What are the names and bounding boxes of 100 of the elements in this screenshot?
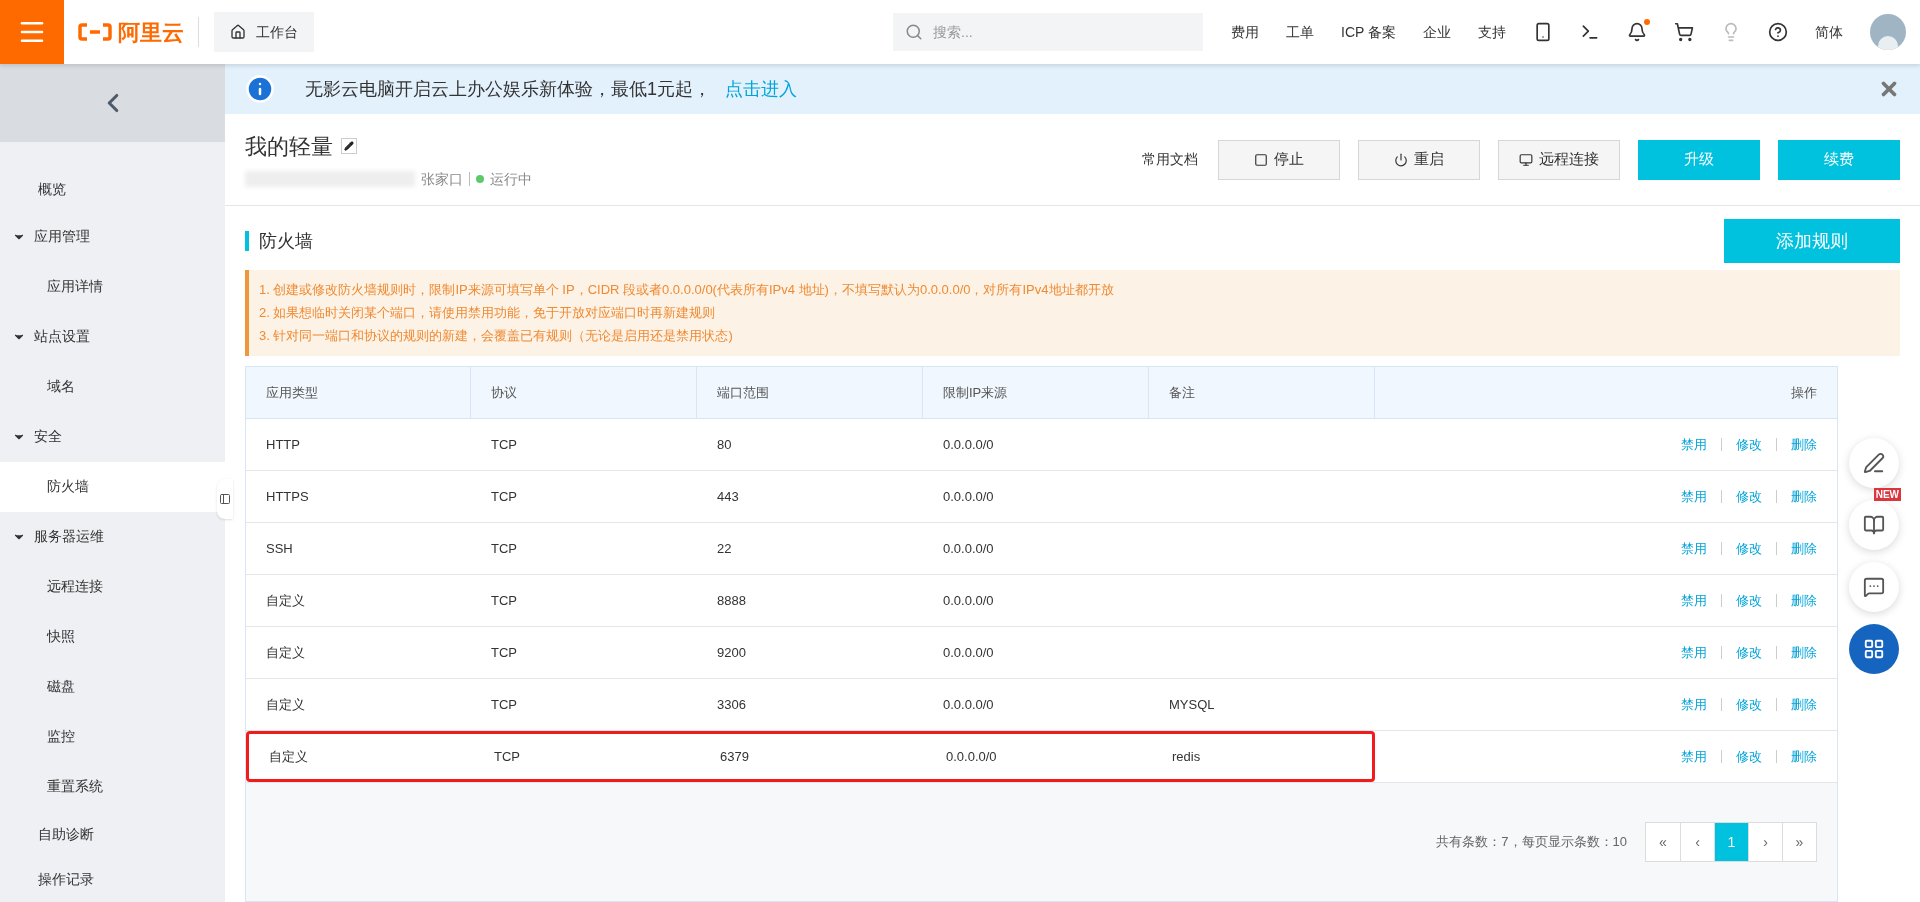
table-cell-text: 自定义 [268, 747, 309, 766]
table-cell-text: HTTPS [265, 487, 310, 506]
pagination-summary: 共有条数：7，每页显示条数：10 [1436, 833, 1627, 852]
sidebar-item[interactable]: 重置系统 [0, 761, 225, 812]
sidebar-item[interactable]: 快照 [0, 611, 225, 662]
terminal-icon[interactable] [1580, 22, 1600, 42]
instance-name: 我的轻量 [245, 132, 333, 161]
group-label: 应用管理 [34, 227, 90, 247]
search-field[interactable]: 搜索... [893, 13, 1203, 51]
table-cell-text: 0.0.0.0/0 [942, 539, 995, 558]
nav-link[interactable]: 支持 [1478, 21, 1506, 43]
table-cell-text: 自定义 [265, 591, 306, 610]
table-cell-text: 自定义 [265, 643, 306, 662]
book-icon [1863, 514, 1885, 536]
table-cell-text: 0.0.0.0/0 [945, 747, 998, 766]
edit-icon[interactable] [341, 138, 357, 154]
table-cell-text: TCP [493, 747, 521, 766]
column-header: 限制IP来源 [923, 367, 1149, 418]
info-icon [245, 74, 275, 104]
table-cell-text: 6379 [719, 747, 750, 766]
chat-button[interactable] [1849, 562, 1899, 612]
page-button[interactable]: » [1782, 823, 1816, 861]
sidebar-item[interactable]: 操作记录 [0, 856, 225, 902]
table-cell-text: TCP [490, 643, 518, 662]
table-cell-text: 3306 [716, 695, 747, 714]
logo-icon [78, 22, 112, 42]
table-cell-text: MYSQL [1168, 695, 1216, 714]
sidebar-group[interactable]: 安全 [0, 411, 225, 462]
grid-icon [1863, 638, 1885, 660]
sidebar-group[interactable]: 应用管理 [0, 211, 225, 262]
notice-text: 2. 如果想临时关闭某个端口，请使用禁用功能，免于开放对应端口时再新建规则 [259, 304, 717, 322]
workbench-button[interactable]: 工作台 [214, 12, 314, 52]
sidebar-item[interactable]: 应用详情 [0, 261, 225, 312]
sidebar-item[interactable]: 概览 [0, 166, 225, 212]
help-icon[interactable] [1768, 22, 1788, 42]
page-button[interactable]: › [1748, 823, 1782, 861]
menu-button[interactable] [0, 0, 64, 64]
nav-link[interactable]: 企业 [1423, 21, 1451, 43]
column-header: 端口范围 [697, 367, 923, 418]
table-cell-text: TCP [490, 695, 518, 714]
feedback-button[interactable] [1849, 438, 1899, 488]
sidebar-item[interactable]: 磁盘 [0, 661, 225, 712]
table-cell-text: 9200 [716, 643, 747, 662]
table-cell-text: 0.0.0.0/0 [942, 695, 995, 714]
column-header: 备注 [1149, 367, 1375, 418]
sidebar-item[interactable]: 远程连接 [0, 561, 225, 612]
notice-text: 1. 创建或修改防火墙规则时，限制IP来源可填写单个 IP，CIDR 段或者0.0.0.0/0(代表所有IPv4 地址)，不填写默认为0.0.0.0/0，对所有IPv4地址都开放 [259, 281, 1115, 299]
table-cell-text: 0.0.0.0/0 [942, 435, 995, 454]
action-button[interactable]: 远程连接 [1498, 139, 1620, 180]
search-icon [905, 23, 923, 41]
cart-icon[interactable] [1674, 22, 1694, 42]
table-cell-text: TCP [490, 539, 518, 558]
sidebar-item[interactable]: 监控 [0, 711, 225, 762]
sidebar-group[interactable]: 服务器运维 [0, 511, 225, 562]
home-icon [230, 24, 246, 40]
guide-button[interactable] [1849, 500, 1899, 550]
nav-link[interactable]: 费用 [1231, 21, 1259, 43]
language-link[interactable]: 简体 [1815, 21, 1843, 43]
table-cell-text: 8888 [716, 591, 747, 610]
sidebar-item[interactable]: 自助诊断 [0, 811, 225, 857]
table-cell-text: 0.0.0.0/0 [942, 643, 995, 662]
logo-text: 阿里云 [118, 18, 184, 47]
panel-icon [219, 493, 231, 505]
phone-icon[interactable] [1533, 22, 1553, 42]
table-cell-text: 自定义 [265, 695, 306, 714]
apps-button[interactable] [1849, 624, 1899, 674]
page-button[interactable]: « [1646, 823, 1680, 861]
table-cell-text: 80 [716, 435, 733, 454]
table-cell-text: redis [1171, 747, 1202, 766]
group-label: 站点设置 [34, 327, 90, 347]
action-button[interactable]: 停止 [1218, 139, 1340, 180]
table-cell-text: 0.0.0.0/0 [942, 591, 995, 610]
action-button[interactable]: 重启 [1358, 139, 1480, 180]
table-cell-text: 0.0.0.0/0 [942, 487, 995, 506]
column-header: 操作 [1790, 383, 1818, 402]
instance-region: 张家口 [421, 169, 463, 189]
sidebar-item[interactable]: 防火墙 [0, 461, 225, 512]
docs-link[interactable]: 常用文档 [1142, 149, 1198, 170]
sidebar-group[interactable]: 站点设置 [0, 311, 225, 362]
new-badge: NEW [1873, 488, 1901, 501]
power-icon [1394, 152, 1408, 167]
table-cell-text: 443 [716, 487, 740, 506]
chat-icon [1863, 576, 1885, 598]
sidebar-item[interactable]: 域名 [0, 361, 225, 412]
nav-link[interactable]: ICP 备案 [1341, 21, 1396, 43]
bell-icon[interactable] [1627, 22, 1647, 42]
monitor-icon [1519, 152, 1533, 167]
instance-status: 运行中 [490, 169, 532, 189]
nav-link[interactable]: 工单 [1286, 21, 1314, 43]
column-header: 协议 [471, 367, 697, 418]
page-button[interactable]: ‹ [1680, 823, 1714, 861]
group-label: 安全 [34, 427, 62, 447]
panel-toggle[interactable] [217, 479, 233, 519]
table-cell-text: TCP [490, 487, 518, 506]
section-title: 防火墙 [259, 229, 313, 253]
notice-text: 3. 针对同一端口和协议的规则的新建，会覆盖已有规则（无论是启用还是禁用状态) [259, 327, 734, 345]
group-label: 服务器运维 [34, 527, 104, 547]
banner-text: 无影云电脑开启云上办公娱乐新体验，最低1元起， [305, 77, 711, 101]
stop-icon [1254, 152, 1268, 167]
column-header: 应用类型 [246, 367, 471, 418]
